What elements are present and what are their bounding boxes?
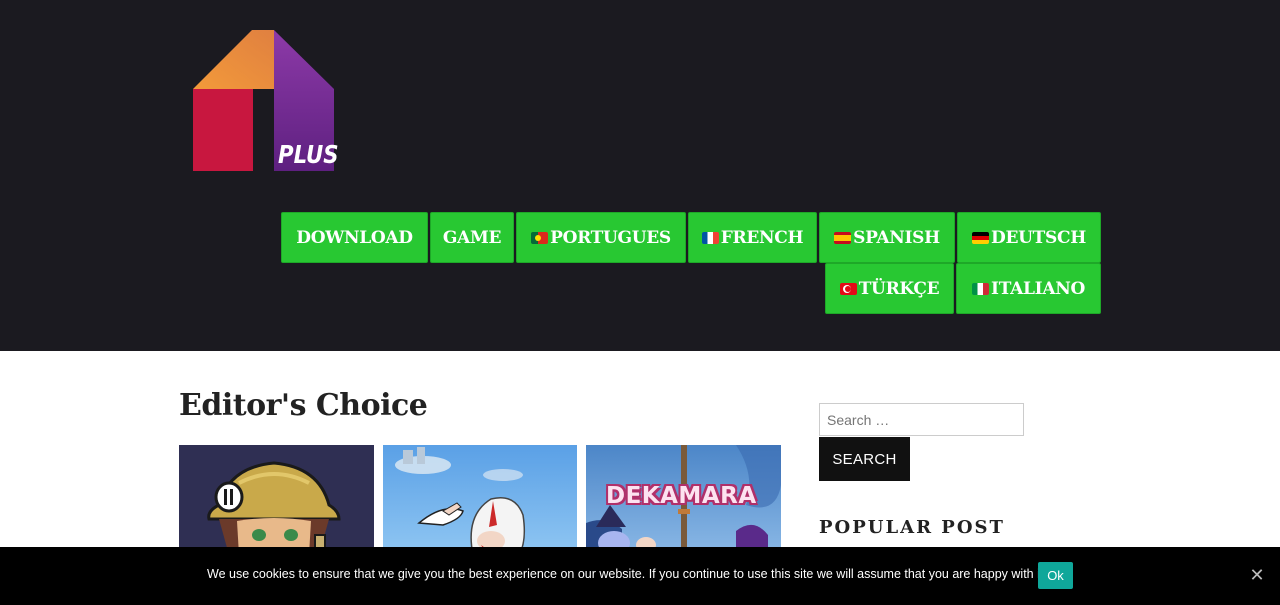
nav-label: GAME <box>442 227 502 248</box>
cookie-ok-button[interactable]: Ok <box>1038 562 1073 589</box>
nav-turkce[interactable]: TÜRKÇE <box>825 263 954 314</box>
nav-spanish[interactable]: SPANISH <box>819 212 955 263</box>
site-header: PLUS DOWNLOAD GAME PORTUGUES FRENCH SPAN… <box>0 0 1280 351</box>
miner-character-image <box>179 445 374 555</box>
france-flag-icon <box>701 231 719 244</box>
nav-label: TÜRKÇE <box>858 278 940 299</box>
spain-flag-icon <box>834 231 852 244</box>
turkey-flag-icon <box>839 282 857 295</box>
nav-label: ITALIANO <box>991 278 1085 299</box>
nav-deutsch[interactable]: DEUTSCH <box>957 212 1101 263</box>
nav-label: FRENCH <box>720 227 804 248</box>
anime-sky-image <box>383 445 577 555</box>
cookie-notice-text: We use cookies to ensure that we give yo… <box>207 567 1047 581</box>
page-title: Editor's Choice <box>179 388 428 423</box>
search-button[interactable]: SEARCH <box>819 437 910 481</box>
nav-label: DOWNLOAD <box>296 227 413 248</box>
popular-post-heading: POPULAR POST <box>819 517 1005 538</box>
nav-label: PORTUGUES <box>550 227 671 248</box>
nav-game[interactable]: GAME <box>430 212 514 263</box>
dekamara-title-text: DEKAMARA <box>606 483 757 509</box>
italy-flag-icon <box>972 282 990 295</box>
nav-label: SPANISH <box>853 227 940 248</box>
nav-italiano[interactable]: ITALIANO <box>956 263 1101 314</box>
nav-french[interactable]: FRENCH <box>688 212 817 263</box>
search-input[interactable] <box>819 403 1024 436</box>
game-thumbnail-2[interactable] <box>383 445 577 555</box>
germany-flag-icon <box>972 231 990 244</box>
nav-portugues[interactable]: PORTUGUES <box>516 212 686 263</box>
nav-download[interactable]: DOWNLOAD <box>281 212 428 263</box>
game-thumbnail-3[interactable]: DEKAMARA <box>586 445 781 555</box>
close-icon[interactable]: ✕ <box>1249 566 1265 586</box>
logo-plus-text: PLUS <box>278 140 339 169</box>
game-thumbnail-1[interactable] <box>179 445 374 555</box>
portugal-flag-icon <box>531 231 549 244</box>
nav-label: DEUTSCH <box>991 227 1086 248</box>
